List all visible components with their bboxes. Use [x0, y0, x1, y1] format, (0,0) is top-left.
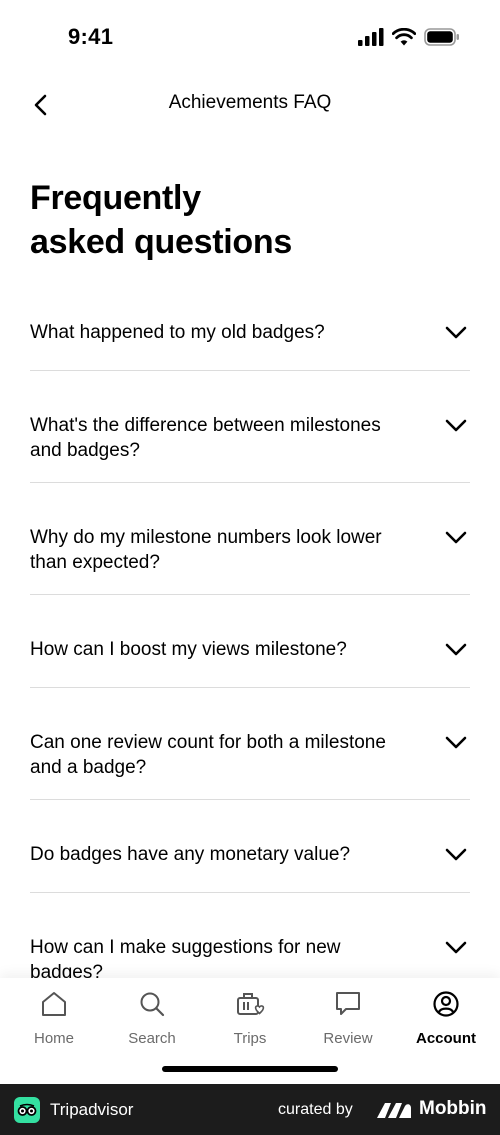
faq-question: What happened to my old badges? — [30, 322, 325, 343]
home-icon — [5, 988, 103, 1020]
faq-item[interactable]: How can I make suggestions for new badge… — [30, 893, 470, 978]
battery-icon — [424, 28, 459, 46]
tab-bar: Home Search Trips Review Account — [0, 978, 500, 1084]
faq-item[interactable]: Can one review count for both a mileston… — [30, 688, 470, 800]
faq-item[interactable]: Do badges have any monetary value? — [30, 800, 470, 893]
tripadvisor-brand: Tripadvisor — [50, 1100, 134, 1119]
tab-label: Home — [33, 1030, 74, 1047]
page-title-line-2: asked questions — [30, 223, 292, 261]
cellular-signal-icon — [358, 28, 384, 46]
home-indicator — [162, 1066, 338, 1072]
faq-question: How can I boost my views milestone? — [30, 639, 347, 660]
faq-question: Do badges have any monetary value? — [30, 844, 351, 865]
page-title: Frequently asked questions — [30, 176, 292, 264]
footer-banner: Tripadvisor curated by Mobbin — [0, 1084, 500, 1135]
wifi-icon — [392, 28, 416, 46]
tab-account[interactable]: Account — [397, 988, 495, 1047]
tab-label: Trips — [233, 1030, 267, 1047]
nav-title: Achievements FAQ — [168, 92, 332, 113]
chevron-down-icon[interactable] — [442, 412, 470, 440]
search-icon — [103, 988, 201, 1020]
account-icon — [397, 988, 495, 1020]
status-time: 9:41 — [68, 24, 114, 49]
status-bar: 9:41 — [0, 0, 500, 72]
mobbin-logo-icon — [375, 1100, 413, 1125]
faq-item[interactable]: Why do my milestone numbers look lower t… — [30, 483, 470, 595]
chevron-down-icon[interactable] — [442, 636, 470, 664]
tab-search[interactable]: Search — [103, 988, 201, 1047]
chevron-down-icon[interactable] — [442, 841, 470, 869]
faq-question: How can I make suggestions for new badge… — [30, 937, 341, 978]
chevron-down-icon[interactable] — [442, 934, 470, 962]
tripadvisor-logo-icon — [14, 1097, 40, 1123]
chevron-down-icon[interactable] — [442, 524, 470, 552]
tab-label: Search — [128, 1030, 176, 1047]
chevron-down-icon[interactable] — [442, 319, 470, 347]
faq-question: What's the difference between milestones… — [30, 415, 381, 461]
tab-trips[interactable]: Trips — [201, 988, 299, 1047]
page-title-line-1: Frequently — [30, 179, 201, 217]
tab-label: Account — [416, 1030, 476, 1047]
faq-item[interactable]: What's the difference between milestones… — [30, 371, 470, 483]
faq-question: Why do my milestone numbers look lower t… — [30, 527, 382, 573]
chevron-down-icon[interactable] — [442, 729, 470, 757]
curated-by-label: curated by — [278, 1101, 353, 1118]
navigation-bar: Achievements FAQ — [0, 80, 500, 130]
faq-item[interactable]: What happened to my old badges? — [30, 286, 470, 371]
mobbin-brand: Mobbin — [419, 1098, 487, 1119]
faq-item[interactable]: How can I boost my views milestone? — [30, 595, 470, 688]
faq-question: Can one review count for both a mileston… — [30, 732, 386, 778]
status-icons — [358, 28, 460, 46]
tab-home[interactable]: Home — [5, 988, 103, 1047]
tab-review[interactable]: Review — [299, 988, 397, 1047]
review-icon — [299, 988, 397, 1020]
trips-icon — [201, 988, 299, 1020]
faq-list: What happened to my old badges? What's t… — [30, 286, 470, 978]
tab-label: Review — [323, 1030, 373, 1047]
